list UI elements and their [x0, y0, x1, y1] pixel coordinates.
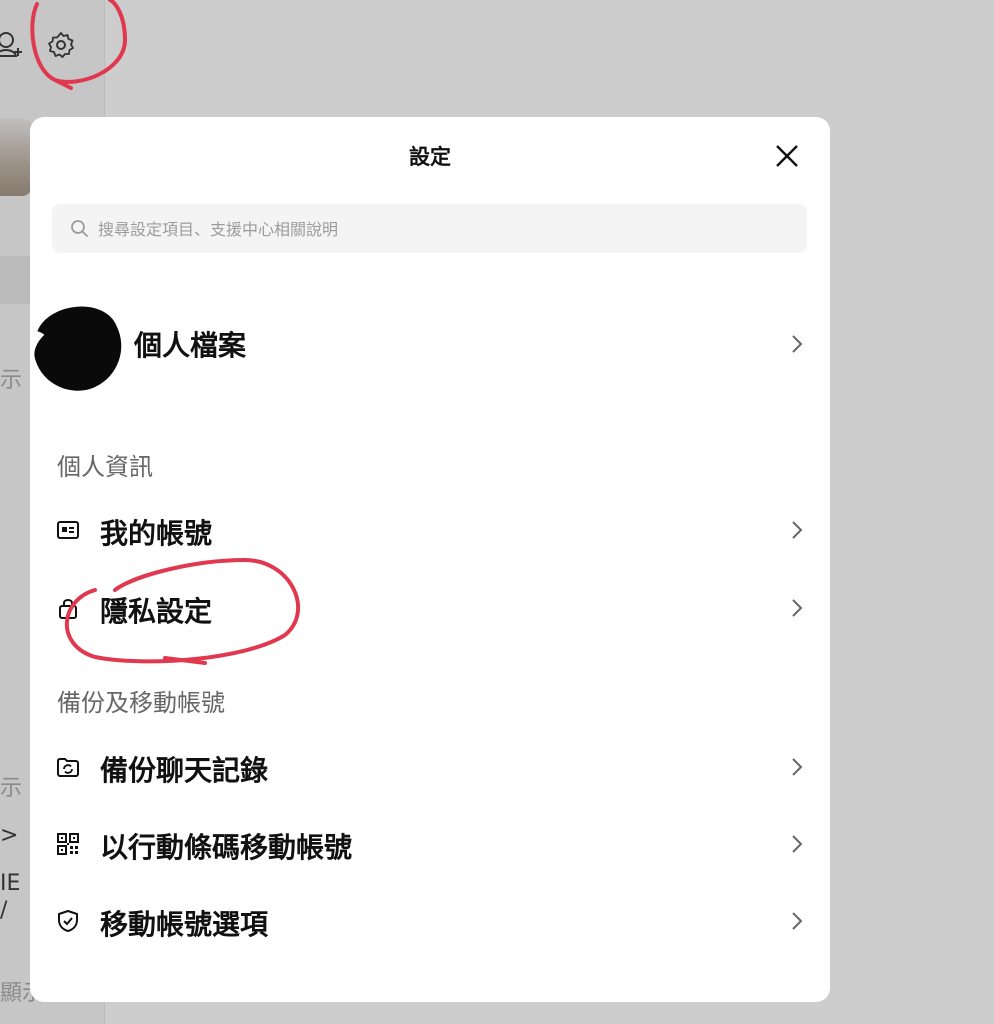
- background-text: 示: [0, 776, 23, 801]
- background-avatar: [0, 118, 32, 196]
- profile-row[interactable]: 個人檔案: [30, 303, 830, 391]
- qr-transfer-row[interactable]: 以行動條碼移動帳號: [30, 812, 830, 876]
- background-text: 示: [0, 368, 23, 393]
- background-text: >: [0, 823, 19, 848]
- settings-modal: 設定 個人檔案 個人資訊 我的帳號: [30, 117, 830, 1002]
- chevron-right-icon: [792, 758, 803, 776]
- search-input[interactable]: [96, 204, 790, 255]
- transfer-options-label: 移動帳號選項: [100, 908, 269, 941]
- backup-chats-row[interactable]: 備份聊天記錄: [30, 735, 830, 799]
- shield-check-icon: [58, 910, 78, 932]
- modal-title: 設定: [409, 145, 451, 169]
- my-account-row[interactable]: 我的帳號: [30, 498, 830, 562]
- chevron-right-icon: [792, 912, 803, 930]
- lock-icon: [59, 599, 77, 619]
- privacy-settings-label: 隱私設定: [100, 595, 213, 628]
- backup-chats-label: 備份聊天記錄: [100, 754, 269, 787]
- gear-icon[interactable]: [47, 31, 75, 59]
- transfer-options-row[interactable]: 移動帳號選項: [30, 889, 830, 953]
- background-text: IE: [0, 871, 21, 896]
- chevron-right-icon: [792, 521, 803, 539]
- background-text: /: [0, 898, 8, 923]
- close-icon[interactable]: [772, 141, 802, 171]
- chevron-right-icon: [792, 835, 803, 853]
- profile-label: 個人檔案: [134, 329, 247, 362]
- my-account-label: 我的帳號: [100, 517, 213, 550]
- add-friend-icon[interactable]: [0, 30, 24, 60]
- privacy-settings-row[interactable]: 隱私設定: [30, 576, 830, 640]
- search-icon: [71, 220, 88, 237]
- section-title-backup: 備份及移動帳號: [57, 689, 225, 717]
- id-card-icon: [57, 521, 79, 539]
- chevron-right-icon: [792, 335, 803, 353]
- folder-sync-icon: [57, 758, 79, 777]
- search-bar: [52, 204, 807, 255]
- section-title-personal-info: 個人資訊: [57, 453, 153, 481]
- qr-code-icon: [57, 833, 79, 855]
- chevron-right-icon: [792, 599, 803, 617]
- qr-transfer-label: 以行動條碼移動帳號: [100, 831, 353, 864]
- avatar: [34, 306, 122, 391]
